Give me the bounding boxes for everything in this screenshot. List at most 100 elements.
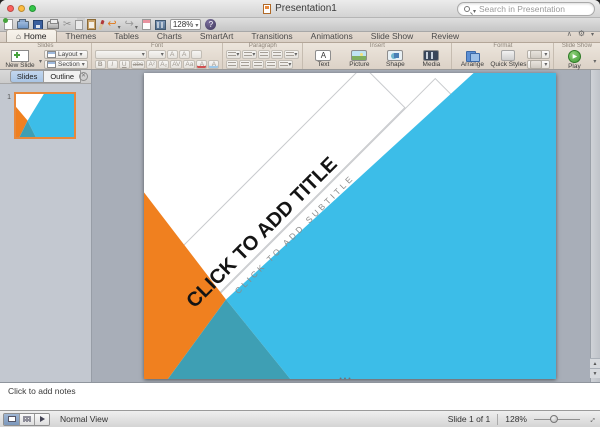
close-pane-icon[interactable] xyxy=(79,72,88,81)
cut-button[interactable] xyxy=(63,19,71,31)
group-label: Format xyxy=(455,43,550,50)
insert-shape-label: Shape xyxy=(386,61,405,68)
sidebar-tab-outline[interactable]: Outline xyxy=(43,70,81,83)
increase-indent-button[interactable] xyxy=(271,50,283,59)
zoom-slider[interactable] xyxy=(534,419,580,420)
justify-button[interactable] xyxy=(265,60,277,69)
paste-button[interactable] xyxy=(87,19,96,31)
ribbon-settings-caret-icon[interactable] xyxy=(591,23,594,41)
save-icon xyxy=(33,20,43,30)
main-area: Slides Outline 1 xyxy=(0,70,600,382)
cut-icon xyxy=(63,20,71,30)
slide-thumbnail[interactable] xyxy=(14,92,76,139)
new-slide-button[interactable]: New Slide xyxy=(3,50,37,69)
quick-styles-icon xyxy=(501,50,515,61)
fit-slide-to-window-icon[interactable] xyxy=(585,412,598,425)
align-right-icon xyxy=(254,62,262,68)
numbering-caret-icon xyxy=(252,51,255,58)
normal-view-button[interactable] xyxy=(4,414,19,425)
section-label: Section xyxy=(58,61,80,68)
ribbon-settings-gear-icon[interactable] xyxy=(578,23,585,41)
redo-button[interactable] xyxy=(125,19,138,31)
layout-button[interactable]: Layout xyxy=(44,50,88,59)
slide-show-view-button[interactable] xyxy=(34,414,49,425)
text-highlight-button[interactable]: A xyxy=(208,60,219,69)
copy-button[interactable] xyxy=(75,19,83,31)
align-left-button[interactable] xyxy=(226,60,238,69)
tab-review[interactable]: Review xyxy=(422,30,468,42)
bold-button[interactable]: B xyxy=(95,60,106,69)
slide-sorter-view-button[interactable] xyxy=(19,414,34,425)
align-center-button[interactable] xyxy=(239,60,251,69)
shape-line-button[interactable] xyxy=(527,60,550,69)
slide-canvas[interactable]: CLICK TO ADD TITLE CLICK TO ADD SUBTITLE xyxy=(144,73,556,379)
strikethrough-button[interactable]: abc xyxy=(131,60,145,69)
font-name-dropdown[interactable] xyxy=(95,50,147,59)
underline-button[interactable]: U xyxy=(119,60,130,69)
media-browser-icon xyxy=(155,20,166,30)
zoom-value: 128% xyxy=(173,20,193,29)
font-size-dropdown[interactable] xyxy=(148,50,166,59)
new-slide-label: New Slide xyxy=(5,62,34,69)
play-caret-icon[interactable] xyxy=(593,50,596,68)
search-field[interactable]: Search in Presentation xyxy=(457,2,595,16)
show-formatting-button[interactable] xyxy=(142,19,151,31)
shrink-font-button[interactable]: A xyxy=(179,50,190,59)
notes-placeholder[interactable]: Click to add notes xyxy=(8,386,600,396)
tab-home[interactable]: Home xyxy=(6,29,57,42)
help-button[interactable] xyxy=(205,19,216,31)
grow-font-button[interactable]: A xyxy=(167,50,178,59)
notes-pane[interactable]: Click to add notes xyxy=(0,382,600,410)
change-case-button[interactable]: Aa xyxy=(183,60,195,69)
insert-picture-button[interactable]: Picture xyxy=(342,50,376,68)
ribbon-group-slide-show: Slide Show Play xyxy=(553,43,599,69)
font-size-caret-icon xyxy=(161,51,164,58)
zoom-slider-knob[interactable] xyxy=(550,415,558,423)
format-painter-button[interactable] xyxy=(100,19,103,31)
section-button[interactable]: Section xyxy=(44,60,88,69)
tab-animations[interactable]: Animations xyxy=(302,30,362,42)
group-label: Slides xyxy=(3,43,88,50)
subscript-button[interactable]: A₂ xyxy=(158,60,169,69)
arrange-button[interactable]: Arrange xyxy=(455,50,489,68)
tab-slide-show[interactable]: Slide Show xyxy=(362,30,423,42)
insert-shape-button[interactable]: Shape xyxy=(378,50,412,68)
text-direction-button[interactable] xyxy=(278,60,293,69)
shape-fill-button[interactable] xyxy=(527,50,550,59)
zoom-dropdown[interactable]: 128% xyxy=(170,19,201,30)
decrease-indent-button[interactable] xyxy=(258,50,270,59)
vertical-scrollbar[interactable] xyxy=(590,70,600,382)
media-browser-button[interactable] xyxy=(155,19,166,31)
notes-splitter-handle[interactable] xyxy=(339,378,352,382)
font-color-button[interactable]: A xyxy=(196,60,207,69)
play-slideshow-button[interactable]: Play xyxy=(557,50,591,70)
tab-themes[interactable]: Themes xyxy=(57,30,106,42)
tab-charts[interactable]: Charts xyxy=(148,30,191,42)
search-scope-caret-icon[interactable] xyxy=(473,0,476,18)
layout-label: Layout xyxy=(58,51,78,58)
line-spacing-button[interactable] xyxy=(284,50,299,59)
superscript-button[interactable]: A² xyxy=(146,60,157,69)
slide-sorter-icon xyxy=(23,416,31,422)
align-right-button[interactable] xyxy=(252,60,264,69)
tab-tables[interactable]: Tables xyxy=(105,30,148,42)
sidebar-tab-slides[interactable]: Slides xyxy=(10,70,43,83)
tab-smartart[interactable]: SmartArt xyxy=(191,30,243,42)
next-slide-button[interactable] xyxy=(590,368,600,378)
undo-button[interactable] xyxy=(107,19,120,31)
character-spacing-button[interactable]: AV xyxy=(170,60,182,69)
italic-button[interactable]: I xyxy=(107,60,118,69)
previous-slide-button[interactable] xyxy=(590,358,600,368)
insert-media-button[interactable]: Media xyxy=(414,50,448,68)
clear-formatting-button[interactable] xyxy=(191,50,202,59)
quick-styles-button[interactable]: Quick Styles xyxy=(491,50,525,68)
insert-text-button[interactable]: A Text xyxy=(306,50,340,68)
insert-picture-icon xyxy=(351,50,367,61)
tab-transitions[interactable]: Transitions xyxy=(242,30,301,42)
increase-indent-icon xyxy=(273,52,281,58)
open-folder-icon xyxy=(17,21,29,29)
numbering-button[interactable] xyxy=(242,50,257,59)
bullets-button[interactable] xyxy=(226,50,241,59)
collapse-ribbon-icon[interactable] xyxy=(567,23,572,41)
new-slide-caret-icon[interactable] xyxy=(39,50,42,68)
